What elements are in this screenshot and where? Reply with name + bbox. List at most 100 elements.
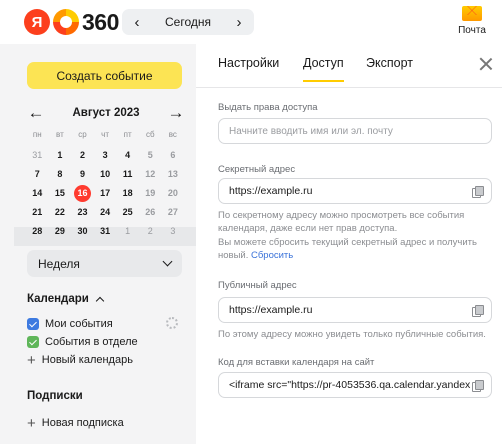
calendar-day-number: 27 (167, 207, 178, 217)
next-month-button[interactable]: → (166, 103, 186, 123)
public-address-value: https://example.ru (229, 304, 313, 316)
calendar-day[interactable]: 20 (162, 184, 185, 202)
calendars-section-toggle[interactable]: Календари (27, 293, 105, 306)
calendar-day[interactable]: 14 (26, 184, 49, 202)
new-calendar-button[interactable]: + Новый календарь (27, 352, 133, 368)
calendar-day[interactable]: 19 (139, 184, 162, 202)
tab-access[interactable]: Доступ (303, 56, 344, 82)
calendar-day-number: 3 (102, 150, 108, 160)
calendar-day[interactable]: 30 (71, 222, 94, 240)
view-select[interactable]: Неделя (27, 250, 182, 277)
calendar-day[interactable]: 4 (116, 146, 139, 164)
calendar-day-number: 13 (167, 169, 178, 179)
calendar-day[interactable]: 29 (49, 222, 72, 240)
reset-secret-link[interactable]: Сбросить (251, 250, 293, 261)
new-subscription-label: Новая подписка (41, 417, 124, 429)
prev-month-button[interactable]: ← (26, 103, 46, 123)
checkbox-icon[interactable] (27, 336, 39, 348)
calendar-day[interactable]: 1 (116, 222, 139, 240)
close-icon[interactable] (478, 56, 494, 72)
calendar-day[interactable]: 6 (162, 146, 185, 164)
copy-icon[interactable] (472, 380, 484, 392)
calendar-item-department[interactable]: События в отделе (27, 334, 138, 350)
calendar-day[interactable]: 10 (94, 165, 117, 183)
weekday-label: чт (101, 130, 109, 139)
calendar-day-number: 5 (147, 150, 153, 160)
embed-code-label: Код для вставки календаря на сайт (218, 357, 375, 368)
calendar-day-number: 12 (145, 169, 156, 179)
calendar-day[interactable]: 21 (26, 203, 49, 221)
calendar-day[interactable]: 27 (162, 203, 185, 221)
calendar-day[interactable]: 31 (26, 146, 49, 164)
share-access-input[interactable]: Начните вводить имя или эл. почту (218, 118, 492, 144)
calendar-day[interactable]: 3 (162, 222, 185, 240)
secret-address-hint: По секретному адресу можно просмотреть в… (218, 210, 465, 234)
view-select-value: Неделя (38, 256, 80, 271)
calendar-day[interactable]: 18 (116, 184, 139, 202)
next-period-button[interactable]: › (232, 14, 246, 31)
calendar-day-number: 11 (122, 169, 133, 179)
weekday-label: вс (168, 130, 177, 139)
tab-settings[interactable]: Настройки (218, 56, 279, 82)
calendar-day[interactable]: 2 (71, 146, 94, 164)
today-button[interactable]: Сегодня (165, 15, 211, 29)
yandex-360-logo[interactable]: Я 360 (24, 8, 119, 36)
calendar-day[interactable]: 16 (71, 184, 94, 202)
calendar-day-number: 18 (122, 188, 133, 198)
prev-period-button[interactable]: ‹ (130, 14, 144, 31)
calendar-day[interactable]: 31 (94, 222, 117, 240)
calendar-day[interactable]: 5 (139, 146, 162, 164)
calendar-day[interactable]: 22 (49, 203, 72, 221)
calendar-day-number: 3 (170, 226, 176, 236)
calendar-item-my-events[interactable]: Мои события (27, 316, 113, 332)
mail-button[interactable]: Почта (452, 6, 492, 36)
calendar-day-number: 15 (54, 188, 65, 198)
calendar-day[interactable]: 23 (71, 203, 94, 221)
calendar-day-number: 1 (57, 150, 63, 160)
calendar-day[interactable]: 25 (116, 203, 139, 221)
calendar-day[interactable]: 9 (71, 165, 94, 183)
plus-icon: + (27, 414, 36, 432)
calendar-day-number: 25 (122, 207, 133, 217)
calendar-day[interactable]: 2 (139, 222, 162, 240)
copy-icon[interactable] (472, 305, 484, 317)
calendar-day-number: 4 (125, 150, 131, 160)
tab-export[interactable]: Экспорт (366, 56, 413, 82)
plus-icon: + (27, 351, 36, 369)
new-calendar-label: Новый календарь (41, 354, 133, 366)
logo-ya-mark: Я (24, 9, 50, 35)
calendar-day[interactable]: 28 (26, 222, 49, 240)
calendar-day[interactable]: 11 (116, 165, 139, 183)
calendar-day[interactable]: 1 (49, 146, 72, 164)
calendar-day-number: 20 (167, 188, 178, 198)
calendar-day-number: 19 (145, 188, 156, 198)
calendar-day-number: 14 (32, 188, 43, 198)
gear-icon[interactable] (166, 317, 178, 329)
chevron-up-icon (95, 296, 105, 306)
calendar-day[interactable]: 17 (94, 184, 117, 202)
copy-icon[interactable] (472, 186, 484, 198)
calendar-day[interactable]: 8 (49, 165, 72, 183)
mail-label: Почта (458, 25, 486, 36)
calendar-day[interactable]: 26 (139, 203, 162, 221)
create-event-button[interactable]: Создать событие (27, 62, 182, 89)
share-access-label: Выдать права доступа (218, 102, 318, 113)
public-address-field[interactable]: https://example.ru (218, 297, 492, 323)
new-subscription-button[interactable]: + Новая подписка (27, 415, 124, 431)
calendar-day[interactable]: 12 (139, 165, 162, 183)
mini-calendar-header: ← Август 2023 → (26, 103, 186, 123)
secret-address-field[interactable]: https://example.ru (218, 178, 492, 204)
calendar-day-number: 8 (57, 169, 63, 179)
public-address-label: Публичный адрес (218, 280, 297, 291)
embed-code-field[interactable]: <iframe src="https://pr-4053536.qa.calen… (218, 372, 492, 398)
calendar-day[interactable]: 13 (162, 165, 185, 183)
mail-icon (462, 6, 482, 21)
calendar-day-number: 23 (77, 207, 88, 217)
calendar-day[interactable]: 24 (94, 203, 117, 221)
logo-ring-icon (53, 9, 79, 35)
checkbox-icon[interactable] (27, 318, 39, 330)
calendars-title: Календари (27, 293, 89, 305)
calendar-day[interactable]: 7 (26, 165, 49, 183)
calendar-day[interactable]: 3 (94, 146, 117, 164)
calendar-day[interactable]: 15 (49, 184, 72, 202)
